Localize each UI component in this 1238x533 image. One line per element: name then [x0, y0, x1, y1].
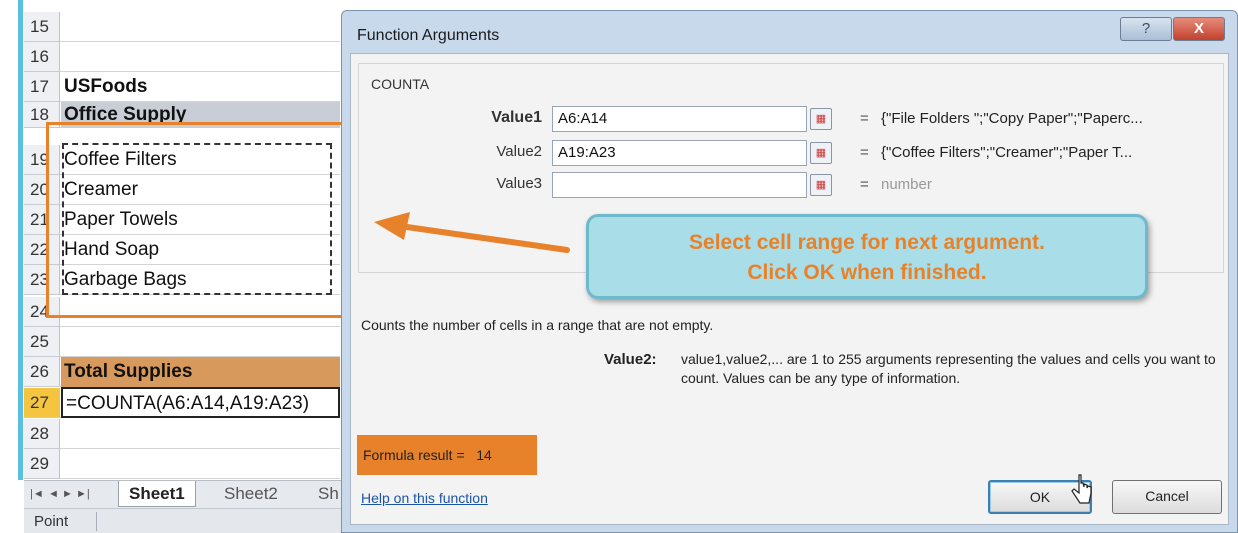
equals-sign: = — [860, 176, 869, 193]
formula-result-label: Formula result = — [363, 447, 465, 463]
cell[interactable]: USFoods — [61, 72, 340, 102]
value2-input[interactable]: A19:A23 — [552, 140, 807, 166]
row-number[interactable]: 26 — [24, 357, 60, 387]
dialog-title: Function Arguments — [357, 27, 500, 44]
range-selector-icon[interactable]: ▦ — [810, 174, 832, 196]
arg-label-value3: Value3 — [496, 175, 542, 192]
active-cell-formula[interactable]: =COUNTA(A6:A14,A19:A23) — [61, 387, 340, 418]
table-row[interactable]: 29 — [24, 449, 340, 479]
value3-result: number — [881, 176, 932, 193]
cancel-button[interactable]: Cancel — [1112, 480, 1222, 514]
close-icon[interactable]: X — [1173, 17, 1225, 41]
table-row[interactable]: 27 =COUNTA(A6:A14,A19:A23) — [24, 387, 340, 418]
row-number[interactable]: 16 — [24, 42, 60, 72]
cell[interactable] — [61, 419, 340, 449]
first-sheet-icon[interactable]: |◄ — [30, 488, 44, 500]
cell[interactable] — [61, 42, 340, 72]
row-number[interactable]: 15 — [24, 12, 60, 42]
function-name: COUNTA — [371, 76, 430, 92]
formula-result: Formula result = 14 — [357, 435, 537, 475]
value2-result: {"Coffee Filters";"Creamer";"Paper T... — [881, 144, 1133, 161]
arg-description-label: Value2: — [604, 351, 657, 368]
spreadsheet: 15 16 17 USFoods 18 Office Supply 19 Cof… — [0, 0, 346, 533]
value1-result: {"File Folders ";"Copy Paper";"Paperc... — [881, 110, 1143, 127]
left-arrow-icon — [374, 212, 570, 253]
row-number[interactable]: 27 — [24, 388, 60, 418]
cell[interactable] — [61, 327, 340, 357]
dialog-body: COUNTA Value1 A6:A14 ▦ = {"File Folders … — [350, 53, 1229, 525]
cell[interactable] — [61, 449, 340, 479]
window-edge — [0, 0, 23, 533]
row-number[interactable]: 29 — [24, 449, 60, 479]
arg-label-value2: Value2 — [496, 143, 542, 160]
function-arguments-dialog: Function Arguments ? X COUNTA Value1 A6:… — [341, 10, 1238, 533]
tab-sheet2[interactable]: Sheet2 — [214, 481, 288, 507]
range-selector-icon[interactable]: ▦ — [810, 108, 832, 130]
table-row[interactable]: 16 — [24, 42, 340, 72]
arg-description-text: value1,value2,... are 1 to 255 arguments… — [681, 351, 1216, 386]
row-number[interactable]: 25 — [24, 327, 60, 357]
row-number[interactable]: 17 — [24, 72, 60, 102]
table-row[interactable]: 25 — [24, 327, 340, 357]
highlight-frame — [46, 122, 346, 318]
table-row[interactable]: 26 Total Supplies — [24, 357, 340, 387]
cell[interactable]: Total Supplies — [61, 357, 340, 387]
cell[interactable] — [61, 12, 340, 42]
row-number[interactable]: 28 — [24, 419, 60, 449]
table-row[interactable]: 17 USFoods — [24, 72, 340, 102]
status-mode: Point — [34, 513, 69, 530]
help-on-function-link[interactable]: Help on this function — [361, 490, 488, 506]
status-bar: Point — [24, 508, 344, 533]
instruction-callout: Select cell range for next argument. Cli… — [586, 214, 1148, 299]
tab-sheet1[interactable]: Sheet1 — [118, 481, 196, 507]
last-sheet-icon[interactable]: ►| — [76, 488, 90, 500]
range-selector-icon[interactable]: ▦ — [810, 142, 832, 164]
help-icon[interactable]: ? — [1120, 17, 1172, 41]
value1-input[interactable]: A6:A14 — [552, 106, 807, 132]
formula-result-value: 14 — [476, 447, 492, 463]
table-row[interactable]: 15 — [24, 12, 340, 42]
callout-line1: Select cell range for next argument. — [689, 231, 1045, 254]
mouse-pointer-icon — [1071, 474, 1092, 504]
arg-label-value1: Value1 — [491, 109, 542, 126]
callout-line2: Click OK when finished. — [747, 261, 987, 284]
table-row[interactable]: 28 — [24, 419, 340, 449]
prev-sheet-icon[interactable]: ◄ — [48, 488, 59, 500]
equals-sign: = — [860, 110, 869, 127]
function-description: Counts the number of cells in a range th… — [361, 317, 714, 333]
next-sheet-icon[interactable]: ► — [62, 488, 73, 500]
equals-sign: = — [860, 144, 869, 161]
sheet-tabs-bar: |◄ ◄ ► ►| Sheet1 Sheet2 Sh — [24, 480, 344, 508]
value3-input[interactable] — [552, 172, 807, 198]
